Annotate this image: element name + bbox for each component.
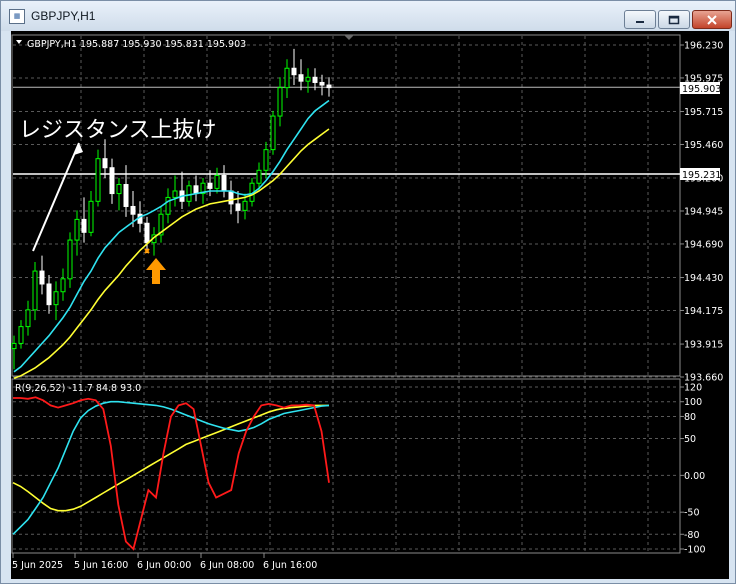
chart-window: ▦ GBPJPY,H1 196.230 195.975 195.715 195.460… bbox=[0, 0, 736, 584]
candle-body bbox=[130, 205, 136, 215]
time-tick-label: 5 Jun 2025 bbox=[12, 560, 63, 571]
window-title: GBPJPY,H1 bbox=[31, 9, 96, 23]
candle-body bbox=[102, 158, 108, 169]
candle-body bbox=[235, 203, 241, 211]
resistance-price-tag: 195.231 bbox=[680, 168, 721, 181]
price-chart[interactable]: 196.230195.975195.715195.460195.200194.9… bbox=[11, 31, 729, 579]
osc-yellow-line bbox=[12, 404, 329, 512]
indicator-tick-label: -50 bbox=[684, 508, 700, 519]
svg-text:195.231: 195.231 bbox=[682, 170, 721, 181]
minimize-icon bbox=[636, 20, 644, 23]
time-tick-label: 6 Jun 08:00 bbox=[200, 560, 254, 571]
time-tick-label: 5 Jun 16:00 bbox=[74, 560, 128, 571]
price-tick-label: 195.715 bbox=[684, 107, 723, 118]
chart-grid bbox=[13, 36, 679, 552]
price-tick-label: 196.230 bbox=[684, 41, 723, 52]
candle-body bbox=[312, 76, 318, 83]
candle-body bbox=[11, 342, 17, 350]
candle-body bbox=[193, 185, 199, 195]
indicator-tick-label: -100 bbox=[684, 545, 706, 556]
price-tick-label: 194.690 bbox=[684, 239, 723, 250]
candle-body bbox=[270, 115, 276, 151]
candle-body bbox=[116, 184, 122, 195]
minimize-button[interactable] bbox=[624, 10, 656, 29]
svg-text:195.903: 195.903 bbox=[682, 84, 721, 95]
indicator-tick-label: 120 bbox=[684, 383, 702, 394]
candle-body bbox=[284, 67, 290, 89]
candle-body bbox=[32, 270, 38, 311]
indicator-tick-label: 50 bbox=[684, 434, 696, 445]
time-tick-label: 6 Jun 16:00 bbox=[263, 560, 317, 571]
candle-body bbox=[123, 184, 129, 207]
candle-body bbox=[319, 81, 325, 86]
candle-body bbox=[53, 291, 59, 306]
candle-body bbox=[67, 239, 73, 280]
ma-slow-line bbox=[13, 128, 330, 380]
price-tick-label: 195.460 bbox=[684, 140, 723, 151]
candle-body bbox=[221, 174, 227, 192]
candle-body bbox=[74, 218, 80, 241]
candle-body bbox=[186, 185, 192, 202]
candle-body bbox=[46, 283, 52, 306]
time-tick-label: 6 Jun 00:00 bbox=[137, 560, 191, 571]
current-price-tag: 195.903 bbox=[680, 82, 721, 95]
buy-signal-arrow-icon bbox=[144, 248, 166, 284]
collapse-triangle-icon[interactable] bbox=[16, 40, 22, 44]
chart-area[interactable]: 196.230195.975195.715195.460195.200194.9… bbox=[11, 31, 729, 579]
price-tick-label: 194.945 bbox=[684, 207, 723, 218]
shift-marker-icon[interactable] bbox=[344, 35, 354, 40]
indicator-tick-label: 100 bbox=[684, 397, 702, 408]
candle-body bbox=[88, 200, 94, 233]
candle-body bbox=[207, 182, 213, 189]
annotation-text: レジスタンス上抜け bbox=[19, 118, 217, 143]
close-button[interactable] bbox=[692, 10, 732, 29]
candle-body bbox=[109, 167, 115, 195]
candle-body bbox=[172, 190, 178, 198]
candle-body bbox=[18, 326, 24, 344]
indicator-tick-label: -80 bbox=[684, 530, 700, 541]
price-tick-label: 194.430 bbox=[684, 273, 723, 284]
candle-body bbox=[277, 87, 283, 117]
price-tick-label: 194.175 bbox=[684, 306, 723, 317]
time-axis: 5 Jun 2025 5 Jun 16:00 6 Jun 00:00 6 Jun 08… bbox=[12, 553, 317, 571]
candle-body bbox=[242, 200, 248, 211]
candle-body bbox=[214, 174, 220, 189]
osc-cyan-line bbox=[12, 400, 330, 535]
restore-button[interactable] bbox=[658, 10, 690, 29]
candle-body bbox=[256, 169, 262, 184]
candle-body bbox=[291, 67, 297, 76]
candle-body bbox=[305, 76, 311, 82]
price-tick-label: 193.915 bbox=[684, 340, 723, 351]
close-icon bbox=[707, 14, 717, 25]
candle-body bbox=[326, 84, 332, 89]
candle-body bbox=[39, 270, 45, 285]
chart-window-icon: ▦ bbox=[9, 9, 25, 24]
osc-red-line bbox=[13, 396, 330, 551]
indicator-axis: 120 100 80 50 0.00 -50 -80 -100 bbox=[680, 383, 706, 556]
candle-body bbox=[95, 158, 101, 202]
candle-body bbox=[228, 190, 234, 205]
restore-icon bbox=[668, 15, 680, 24]
indicator-header-text: R(9,26,52) -11.7 84.8 93.0 bbox=[15, 383, 141, 394]
candle-body bbox=[60, 278, 66, 293]
candle-body bbox=[298, 74, 304, 82]
indicator-tick-label: 0.00 bbox=[684, 471, 705, 482]
candle-body bbox=[144, 222, 150, 244]
chart-header-text: GBPJPY,H1 195.887 195.930 195.831 195.90… bbox=[27, 39, 246, 50]
title-bar[interactable]: ▦ GBPJPY,H1 bbox=[1, 1, 735, 31]
candle-body bbox=[25, 309, 31, 328]
indicator-tick-label: 80 bbox=[684, 412, 696, 423]
candle-body bbox=[81, 218, 87, 233]
candle-body bbox=[263, 149, 269, 171]
